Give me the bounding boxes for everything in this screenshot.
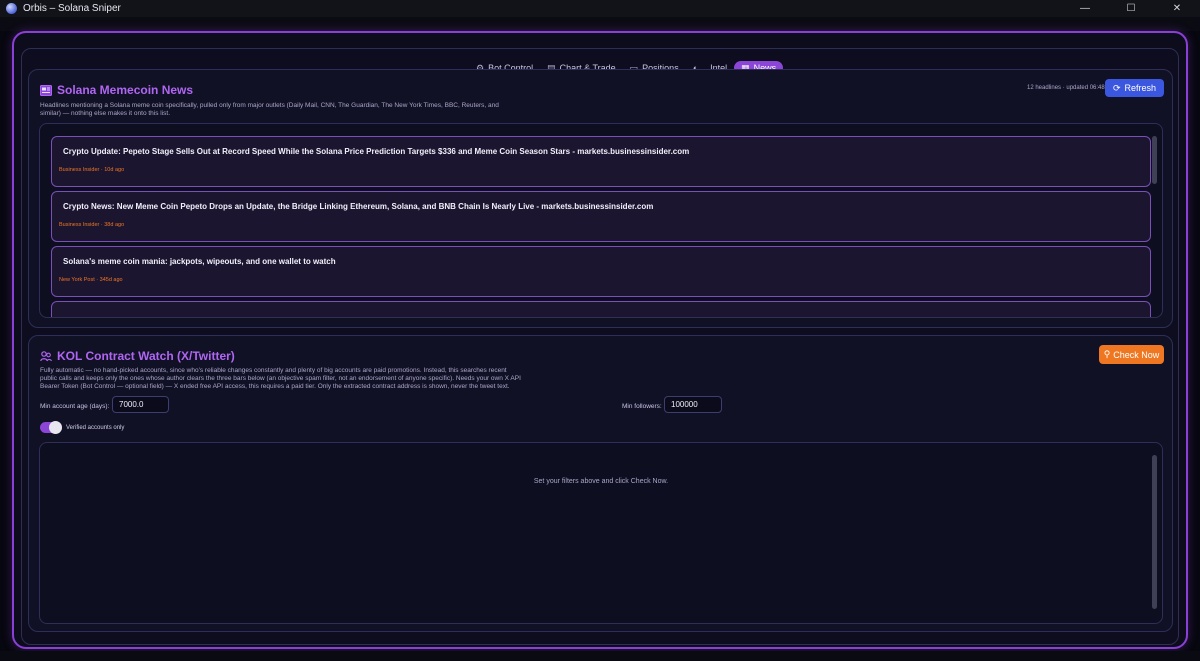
news-item[interactable]: Crypto Update: Pepeto Stage Sells Out at… [51, 136, 1151, 187]
news-source: New York Post · 345d ago [59, 277, 123, 283]
news-source: Business Insider · 10d ago [59, 167, 125, 173]
maximize-button[interactable]: ☐ [1108, 0, 1154, 17]
news-headline: Crypto News: New Meme Coin Pepeto Drops … [63, 202, 654, 211]
toggle-knob [49, 421, 62, 434]
kol-title: KOL Contract Watch (X/Twitter) [57, 349, 235, 363]
minimize-icon: — [1080, 3, 1090, 14]
footer-strip [0, 651, 1200, 661]
news-headline: Crypto Update: Pepeto Stage Sells Out at… [63, 147, 690, 156]
check-now-button[interactable]: ⚲ Check Now [1099, 345, 1164, 364]
news-source: Business Insider · 38d ago [59, 222, 125, 228]
news-scrollbar[interactable] [1152, 136, 1157, 184]
news-title: Solana Memecoin News [57, 83, 194, 97]
newspaper-icon [40, 84, 52, 96]
verified-toggle[interactable] [40, 421, 62, 434]
news-description: Headlines mentioning a Solana meme coin … [40, 102, 499, 117]
empty-state-text: Set your filters above and click Check N… [533, 478, 669, 485]
window-title: Orbis – Solana Sniper [23, 3, 121, 14]
check-now-label: Check Now [1113, 349, 1160, 360]
refresh-button[interactable]: ⟳ Refresh [1105, 79, 1164, 97]
min-followers-input[interactable]: 100000 [664, 396, 722, 413]
news-panel: Solana Memecoin News Headlines mentionin… [28, 69, 1173, 328]
maximize-icon: ☐ [1126, 3, 1136, 14]
kol-panel: KOL Contract Watch (X/Twitter) Fully aut… [28, 335, 1173, 632]
kol-scrollbar[interactable] [1152, 455, 1157, 609]
verified-label: Verified accounts only [66, 425, 125, 431]
min-age-input[interactable]: 7000.0 [112, 396, 169, 413]
news-list[interactable]: Crypto Update: Pepeto Stage Sells Out at… [39, 123, 1163, 318]
refresh-label: Refresh [1124, 83, 1157, 93]
close-icon: ✕ [1172, 3, 1182, 14]
people-icon [40, 350, 52, 361]
news-headline: Solana's meme coin mania: jackpots, wipe… [63, 257, 336, 266]
background-toolbar [0, 17, 1200, 31]
news-item-partial[interactable] [51, 301, 1151, 317]
min-followers-label: Min followers: [622, 403, 662, 410]
news-meta: 12 headlines · updated 06:48 [1027, 85, 1105, 91]
search-icon: ⚲ [1103, 349, 1111, 359]
title-bar: Orbis – Solana Sniper — ☐ ✕ [0, 0, 1200, 17]
close-button[interactable]: ✕ [1154, 0, 1200, 17]
app-logo-icon [6, 3, 17, 14]
kol-results-list[interactable]: Set your filters above and click Check N… [39, 442, 1163, 624]
news-item[interactable]: Crypto News: New Meme Coin Pepeto Drops … [51, 191, 1151, 242]
min-age-label: Min account age (days): [40, 403, 110, 410]
refresh-icon: ⟳ [1112, 82, 1121, 93]
news-item[interactable]: Solana's meme coin mania: jackpots, wipe… [51, 246, 1151, 297]
kol-description: Fully automatic — no hand-picked account… [40, 367, 521, 390]
news-title-row: Solana Memecoin News [40, 83, 193, 97]
minimize-button[interactable]: — [1062, 0, 1108, 17]
kol-title-row: KOL Contract Watch (X/Twitter) [40, 349, 235, 363]
